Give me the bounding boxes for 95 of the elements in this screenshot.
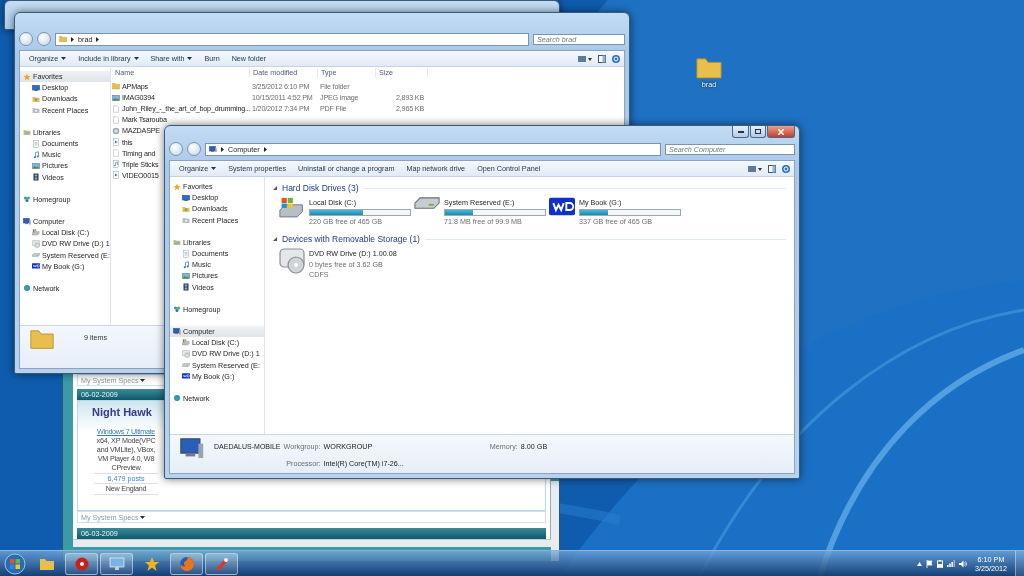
monitor-icon bbox=[32, 84, 40, 91]
star-icon bbox=[23, 72, 31, 81]
computer-icon bbox=[209, 145, 217, 153]
help-icon[interactable] bbox=[782, 164, 790, 173]
taskbar-button[interactable] bbox=[170, 552, 203, 575]
globe-icon bbox=[112, 126, 120, 135]
taskbar-button[interactable] bbox=[100, 552, 133, 575]
folder-icon bbox=[182, 204, 190, 213]
computer-icon bbox=[180, 438, 204, 459]
music-note-icon bbox=[112, 160, 120, 169]
scrollbar[interactable] bbox=[73, 539, 551, 547]
computer-icon bbox=[23, 218, 31, 225]
speaker-icon[interactable] bbox=[959, 559, 967, 568]
monitor-icon bbox=[108, 555, 125, 572]
view-icon[interactable] bbox=[748, 164, 762, 173]
collapse-arrow-icon[interactable] bbox=[273, 186, 277, 190]
drive-icon bbox=[414, 197, 440, 210]
group-header[interactable]: Hard Disk Drives (3) bbox=[282, 183, 359, 193]
music-note-icon bbox=[182, 260, 190, 269]
caret-icon bbox=[133, 57, 139, 60]
folder-icon bbox=[112, 83, 120, 90]
drive-logo-icon bbox=[549, 197, 575, 217]
caret-icon bbox=[139, 515, 145, 519]
minimize-icon bbox=[737, 130, 744, 133]
signal-icon[interactable] bbox=[947, 560, 955, 567]
close-button[interactable] bbox=[767, 126, 795, 138]
forward-button[interactable] bbox=[187, 142, 201, 156]
chevron-icon bbox=[71, 36, 74, 42]
taskbar-button[interactable] bbox=[65, 552, 98, 575]
folder-icon bbox=[30, 330, 54, 350]
folder-icon bbox=[23, 128, 31, 137]
drive-logo-icon bbox=[182, 373, 190, 380]
flag-icon[interactable] bbox=[926, 559, 933, 568]
disc-icon bbox=[73, 555, 90, 572]
picture-icon bbox=[182, 272, 190, 279]
folder-icon bbox=[173, 238, 181, 247]
picture-icon bbox=[112, 94, 120, 101]
people-icon bbox=[23, 195, 31, 204]
film-icon bbox=[32, 173, 40, 182]
show-hidden-icons-icon[interactable] bbox=[917, 561, 922, 566]
back-button[interactable] bbox=[169, 142, 183, 156]
drive-icon bbox=[32, 229, 40, 236]
disc-icon bbox=[279, 248, 305, 274]
preview-pane-icon[interactable] bbox=[768, 164, 776, 173]
caret-icon bbox=[139, 378, 145, 382]
chevron-icon bbox=[221, 146, 224, 152]
document-icon bbox=[32, 139, 40, 148]
start-button[interactable] bbox=[4, 552, 26, 575]
disc-icon bbox=[182, 349, 190, 358]
battery-icon[interactable] bbox=[937, 559, 943, 568]
star-icon bbox=[173, 182, 181, 191]
globe-icon bbox=[23, 284, 31, 293]
music-note-icon bbox=[32, 150, 40, 159]
film-icon bbox=[112, 171, 120, 180]
document-icon bbox=[112, 149, 120, 158]
drive-icon bbox=[182, 339, 190, 346]
chevron-icon bbox=[263, 146, 267, 152]
document-icon bbox=[182, 249, 190, 258]
help-icon[interactable] bbox=[612, 54, 620, 63]
drive-icon bbox=[32, 253, 40, 257]
brush-icon bbox=[213, 555, 230, 572]
folder-icon bbox=[32, 94, 40, 103]
view-icon[interactable] bbox=[578, 54, 592, 63]
people-icon bbox=[173, 305, 181, 314]
caret-icon bbox=[187, 57, 193, 60]
taskbar-button[interactable] bbox=[205, 552, 238, 575]
film-icon bbox=[182, 283, 190, 292]
back-button[interactable] bbox=[19, 32, 33, 46]
minimize-button[interactable] bbox=[732, 126, 749, 138]
globe-icon bbox=[173, 394, 181, 403]
disc-icon bbox=[32, 239, 40, 248]
maximize-icon bbox=[755, 129, 761, 134]
drive-icon bbox=[279, 197, 305, 218]
folder-icon bbox=[59, 35, 67, 43]
globe-icon bbox=[178, 555, 195, 572]
caret-icon bbox=[211, 167, 217, 170]
forward-button[interactable] bbox=[37, 32, 51, 46]
group-header[interactable]: Devices with Removable Storage (1) bbox=[282, 234, 420, 244]
drive-icon bbox=[182, 363, 190, 367]
star-icon bbox=[143, 555, 160, 572]
folder-icon bbox=[32, 106, 40, 115]
maximize-button[interactable] bbox=[750, 126, 766, 138]
drive-logo-icon bbox=[32, 263, 40, 270]
chevron-icon bbox=[96, 36, 100, 42]
caret-icon bbox=[61, 57, 67, 60]
collapse-arrow-icon[interactable] bbox=[273, 237, 277, 241]
author-name[interactable]: Night Hawk bbox=[92, 406, 152, 418]
close-icon bbox=[778, 128, 784, 135]
preview-pane-icon[interactable] bbox=[598, 54, 606, 63]
computer-icon bbox=[173, 328, 181, 335]
folder-icon bbox=[182, 216, 190, 225]
monitor-icon bbox=[182, 194, 190, 201]
film-icon bbox=[112, 138, 120, 146]
picture-icon bbox=[32, 162, 40, 169]
show-desktop-button[interactable] bbox=[1015, 551, 1024, 576]
